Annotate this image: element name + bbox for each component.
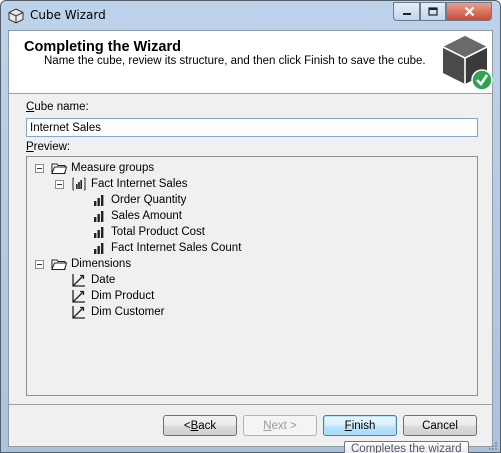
measure-icon — [94, 211, 104, 222]
measure-icon — [94, 243, 104, 254]
tree-label: Sales Amount — [111, 210, 182, 222]
folder-open-icon — [51, 163, 67, 174]
back-button[interactable]: < Back — [163, 415, 237, 436]
cube-check-icon — [442, 36, 493, 91]
tree-node-fact-internet-sales[interactable]: Fact Internet Sales — [55, 176, 188, 192]
measure-icon — [94, 227, 104, 238]
resize-grip-icon[interactable] — [486, 439, 498, 451]
preview-tree[interactable]: Measure groups Fact Internet Sales Order… — [26, 156, 478, 396]
page-subtitle: Name the cube, review its structure, and… — [44, 55, 426, 67]
button-separator — [9, 404, 492, 405]
tree-label: Dim Product — [91, 290, 155, 302]
tree-node-measure-groups[interactable]: Measure groups — [35, 160, 154, 176]
tree-label: Fact Internet Sales — [91, 178, 188, 190]
measure-group-icon — [72, 177, 86, 191]
tree-label: Dim Customer — [91, 306, 165, 318]
cube-name-input[interactable] — [26, 118, 478, 137]
tree-node-measure[interactable]: Order Quantity — [91, 192, 186, 208]
dimension-icon — [72, 290, 85, 303]
close-button[interactable] — [446, 2, 492, 21]
window-title: Cube Wizard — [30, 8, 106, 22]
wizard-header: Completing the Wizard Name the cube, rev… — [9, 31, 493, 94]
folder-open-icon — [51, 259, 67, 270]
wizard-body: Completing the Wizard Name the cube, rev… — [8, 30, 493, 447]
dimension-icon — [72, 274, 85, 287]
page-title: Completing the Wizard — [24, 39, 181, 55]
tree-node-dimension[interactable]: Dim Customer — [71, 304, 164, 320]
preview-label: Preview: — [26, 141, 71, 153]
tree-node-dimensions[interactable]: Dimensions — [35, 256, 131, 272]
tree-label: Date — [91, 274, 116, 286]
tree-label: Measure groups — [71, 162, 155, 174]
collapse-toggle[interactable] — [35, 163, 44, 173]
collapse-toggle[interactable] — [55, 179, 64, 189]
close-icon — [464, 6, 474, 17]
finish-button[interactable]: Finish — [323, 415, 397, 436]
maximize-icon — [428, 6, 438, 16]
next-button[interactable]: Next > — [243, 415, 317, 436]
cube-wizard-window: Cube Wizard Completing the Wizard Name t… — [0, 0, 501, 453]
tree-label: Order Quantity — [111, 194, 187, 206]
cancel-button[interactable]: Cancel — [403, 415, 477, 436]
tree-node-dimension[interactable]: Date — [71, 272, 115, 288]
title-bar[interactable]: Cube Wizard — [1, 1, 500, 29]
tree-label: Total Product Cost — [111, 226, 205, 238]
collapse-toggle[interactable] — [35, 259, 44, 269]
tree-label: Dimensions — [71, 258, 132, 270]
minimize-button[interactable] — [393, 2, 420, 21]
tree-node-dimension[interactable]: Dim Product — [71, 288, 154, 304]
tree-label: Fact Internet Sales Count — [111, 242, 242, 254]
minimize-icon — [402, 12, 411, 15]
tree-node-measure[interactable]: Fact Internet Sales Count — [91, 240, 241, 256]
finish-tooltip: Completes the wizard — [344, 441, 469, 453]
tree-node-measure[interactable]: Sales Amount — [91, 208, 182, 224]
tree-node-measure[interactable]: Total Product Cost — [91, 224, 205, 240]
cube-app-icon — [8, 8, 24, 24]
cube-name-label: Cube name: — [26, 101, 89, 113]
maximize-button[interactable] — [420, 2, 446, 21]
dimension-icon — [72, 306, 85, 319]
measure-icon — [94, 195, 104, 206]
